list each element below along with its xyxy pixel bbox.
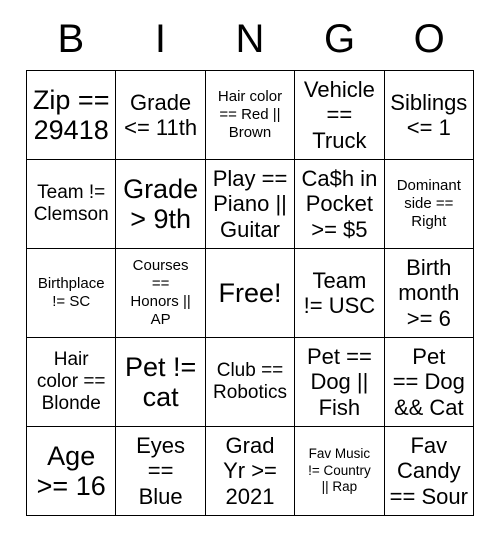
bingo-cell-i4[interactable]: Pet != cat bbox=[116, 338, 206, 427]
bingo-cell-b5[interactable]: Age >= 16 bbox=[27, 427, 117, 516]
bingo-cell-b2[interactable]: Team != Clemson bbox=[27, 160, 117, 249]
bingo-header-letter-g: G bbox=[324, 17, 356, 61]
bingo-cell-free-space[interactable]: Free! bbox=[205, 249, 296, 338]
bingo-cell-text: Team != USC bbox=[303, 267, 376, 318]
bingo-free-space-label: Free! bbox=[218, 277, 282, 308]
bingo-cell-g4[interactable]: Pet == Dog || Fish bbox=[295, 338, 385, 427]
bingo-cell-text: Eyes == Blue bbox=[136, 433, 186, 509]
bingo-cell-n4[interactable]: Club == Robotics bbox=[205, 338, 296, 427]
bingo-cell-b4[interactable]: Hair color == Blonde bbox=[27, 338, 117, 427]
bingo-cell-text: Hair color == Blonde bbox=[36, 348, 106, 415]
bingo-cell-b3[interactable]: Birthplace != SC bbox=[27, 249, 117, 338]
bingo-cell-b1[interactable]: Zip == 29418 bbox=[27, 71, 117, 160]
bingo-cell-text: Birth month >= 6 bbox=[398, 255, 460, 331]
bingo-header-letter-n: N bbox=[235, 17, 265, 61]
bingo-header-letter-b: B bbox=[57, 17, 85, 61]
bingo-cell-text: Pet == Dog || Fish bbox=[306, 344, 372, 420]
bingo-cell-text: Grade > 9th bbox=[123, 173, 199, 234]
bingo-cell-text: Fav Candy == Sour bbox=[389, 433, 468, 509]
bingo-header-row: B I N G O bbox=[26, 8, 474, 70]
bingo-cell-text: Birthplace != SC bbox=[37, 275, 105, 310]
bingo-cell-text: Pet != cat bbox=[124, 351, 197, 412]
bingo-cell-o5[interactable]: Fav Candy == Sour bbox=[384, 427, 474, 516]
bingo-cell-o4[interactable]: Pet == Dog && Cat bbox=[384, 338, 474, 427]
bingo-cell-text: Vehicle == Truck bbox=[303, 77, 375, 153]
bingo-cell-text: Grad Yr >= 2021 bbox=[223, 433, 277, 509]
bingo-cell-n5[interactable]: Grad Yr >= 2021 bbox=[205, 427, 296, 516]
bingo-cell-text: Zip == 29418 bbox=[32, 84, 110, 145]
bingo-cell-i5[interactable]: Eyes == Blue bbox=[116, 427, 206, 516]
bingo-cell-i3[interactable]: Courses == Honors || AP bbox=[116, 249, 206, 338]
bingo-cell-n1[interactable]: Hair color == Red || Brown bbox=[205, 71, 296, 160]
bingo-cell-text: Ca$h in Pocket >= $5 bbox=[301, 166, 378, 242]
bingo-cell-o1[interactable]: Siblings <= 1 bbox=[384, 71, 474, 160]
bingo-cell-text: Age >= 16 bbox=[36, 440, 106, 501]
bingo-cell-text: Siblings <= 1 bbox=[390, 89, 468, 140]
bingo-card: B I N G O Zip == 29418 Grade <= 11th Hai… bbox=[26, 8, 474, 516]
bingo-cell-text: Pet == Dog && Cat bbox=[392, 344, 465, 420]
bingo-header-letter-i: I bbox=[154, 17, 166, 61]
bingo-cell-text: Hair color == Red || Brown bbox=[217, 88, 283, 141]
bingo-grid: Zip == 29418 Grade <= 11th Hair color ==… bbox=[26, 70, 474, 516]
bingo-cell-i1[interactable]: Grade <= 11th bbox=[116, 71, 206, 160]
bingo-cell-text: Courses == Honors || AP bbox=[130, 257, 191, 328]
bingo-cell-i2[interactable]: Grade > 9th bbox=[116, 160, 206, 249]
bingo-cell-n2[interactable]: Play == Piano || Guitar bbox=[205, 160, 296, 249]
bingo-cell-text: Play == Piano || Guitar bbox=[212, 166, 288, 242]
bingo-cell-text: Grade <= 11th bbox=[124, 89, 198, 140]
bingo-cell-text: Fav Music != Country || Rap bbox=[308, 446, 371, 495]
bingo-cell-text: Club == Robotics bbox=[213, 359, 287, 403]
bingo-cell-o3[interactable]: Birth month >= 6 bbox=[384, 249, 474, 338]
bingo-cell-g2[interactable]: Ca$h in Pocket >= $5 bbox=[295, 160, 385, 249]
bingo-header-letter-o: O bbox=[413, 17, 445, 61]
bingo-cell-text: Team != Clemson bbox=[33, 181, 109, 225]
bingo-cell-g1[interactable]: Vehicle == Truck bbox=[295, 71, 385, 160]
bingo-cell-o2[interactable]: Dominant side == Right bbox=[384, 160, 474, 249]
bingo-cell-g3[interactable]: Team != USC bbox=[295, 249, 385, 338]
bingo-cell-text: Dominant side == Right bbox=[396, 177, 461, 230]
bingo-cell-g5[interactable]: Fav Music != Country || Rap bbox=[295, 427, 385, 516]
